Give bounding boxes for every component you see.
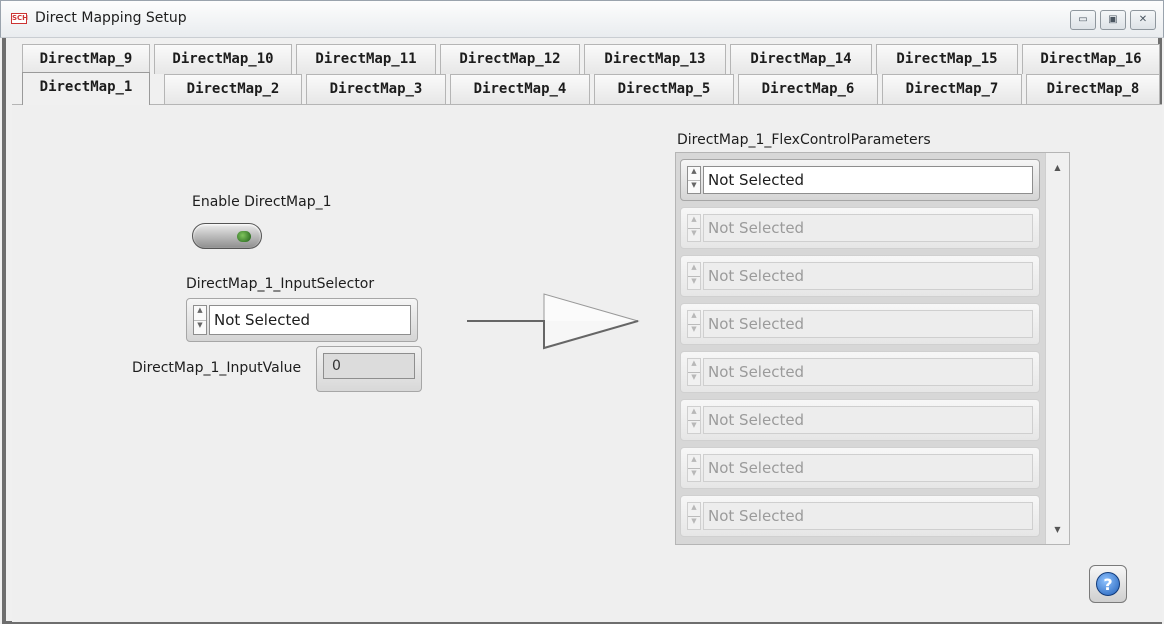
- flex-param-value: Not Selected: [703, 406, 1033, 434]
- spinner-down-icon: ▼: [688, 371, 700, 386]
- flex-param-ring-4: ▲ ▼ Not Selected: [680, 303, 1040, 345]
- flex-param-spinner: ▲ ▼: [687, 502, 701, 530]
- input-value-indicator: 0: [316, 346, 422, 392]
- flex-param-ring-7: ▲ ▼ Not Selected: [680, 447, 1040, 489]
- help-icon: ?: [1096, 572, 1120, 596]
- tab-directmap-8[interactable]: DirectMap_8: [1026, 74, 1160, 104]
- flex-params-array: ▲ ▼ Not Selected ▲ ▼ Not Selected ▲ ▼ Not S…: [675, 152, 1070, 545]
- app-icon: SCH: [11, 13, 29, 24]
- enable-toggle[interactable]: [192, 223, 262, 249]
- flex-param-ring-6: ▲ ▼ Not Selected: [680, 399, 1040, 441]
- tab-directmap-7[interactable]: DirectMap_7: [882, 74, 1022, 104]
- title-bar: SCH Direct Mapping Setup ▭ ▣ ✕: [0, 0, 1164, 38]
- input-selector-label: DirectMap_1_InputSelector: [186, 276, 375, 292]
- tab-directmap-15[interactable]: DirectMap_15: [876, 44, 1018, 74]
- input-value-label: DirectMap_1_InputValue: [132, 360, 302, 376]
- input-selector-value[interactable]: Not Selected: [209, 305, 411, 335]
- spinner-up-icon: ▲: [691, 359, 697, 367]
- tab-directmap-2[interactable]: DirectMap_2: [164, 74, 302, 104]
- help-button[interactable]: ?: [1089, 565, 1127, 603]
- flex-params-label: DirectMap_1_FlexControlParameters: [677, 132, 931, 148]
- spinner-up-icon: ▲: [691, 215, 697, 223]
- flex-param-value: Not Selected: [703, 358, 1033, 386]
- flex-param-ring-5: ▲ ▼ Not Selected: [680, 351, 1040, 393]
- input-value-field: 0: [323, 353, 415, 379]
- tab-directmap-12[interactable]: DirectMap_12: [440, 44, 580, 74]
- flex-param-spinner: ▲ ▼: [687, 406, 701, 434]
- spinner-up-icon: ▲: [691, 311, 697, 319]
- scroll-up-icon[interactable]: ▲: [1046, 157, 1069, 179]
- scroll-down-icon[interactable]: ▼: [1046, 519, 1069, 541]
- flex-param-value: Not Selected: [703, 310, 1033, 338]
- flex-param-spinner: ▲ ▼: [687, 358, 701, 386]
- spinner-up-icon: ▲: [691, 407, 697, 415]
- tab-directmap-10[interactable]: DirectMap_10: [154, 44, 292, 74]
- tab-directmap-11[interactable]: DirectMap_11: [296, 44, 436, 74]
- tab-directmap-16[interactable]: DirectMap_16: [1022, 44, 1160, 74]
- flex-param-spinner: ▲ ▼: [687, 454, 701, 482]
- array-scrollbar[interactable]: ▲ ▼: [1045, 153, 1069, 544]
- flex-param-spinner: ▲ ▼: [687, 310, 701, 338]
- flex-param-value: Not Selected: [703, 502, 1033, 530]
- spinner-down-icon[interactable]: ▼: [194, 319, 206, 335]
- minimize-button[interactable]: ▭: [1070, 10, 1096, 30]
- spinner-down-icon[interactable]: ▼: [688, 179, 700, 194]
- tab-directmap-1[interactable]: DirectMap_1: [22, 72, 150, 105]
- spinner-up-icon[interactable]: ▲: [688, 167, 700, 180]
- tab-directmap-13[interactable]: DirectMap_13: [584, 44, 726, 74]
- flex-param-spinner: ▲ ▼: [687, 262, 701, 290]
- flex-param-value: Not Selected: [703, 454, 1033, 482]
- spinner-up-icon[interactable]: ▲: [194, 306, 206, 320]
- flex-param-spinner[interactable]: ▲ ▼: [687, 166, 701, 194]
- input-selector-ring[interactable]: ▲ ▼ Not Selected: [186, 298, 418, 342]
- window-title: Direct Mapping Setup: [35, 10, 187, 26]
- close-button[interactable]: ✕: [1130, 10, 1156, 30]
- flex-param-value: Not Selected: [703, 262, 1033, 290]
- tab-directmap-3[interactable]: DirectMap_3: [306, 74, 446, 104]
- spinner-up-icon: ▲: [691, 503, 697, 511]
- spinner-down-icon: ▼: [688, 515, 700, 530]
- toggle-led-icon: [237, 231, 251, 242]
- right-arrow-icon: [467, 293, 640, 350]
- spinner-down-icon: ▼: [688, 275, 700, 290]
- tab-directmap-6[interactable]: DirectMap_6: [738, 74, 878, 104]
- spinner-down-icon: ▼: [688, 323, 700, 338]
- flex-param-ring-1[interactable]: ▲ ▼ Not Selected: [680, 159, 1040, 201]
- flex-param-value[interactable]: Not Selected: [703, 166, 1033, 194]
- spinner-down-icon: ▼: [688, 227, 700, 242]
- tab-directmap-9[interactable]: DirectMap_9: [22, 44, 150, 74]
- tab-directmap-4[interactable]: DirectMap_4: [450, 74, 590, 104]
- flex-param-ring-8: ▲ ▼ Not Selected: [680, 495, 1040, 537]
- flex-param-ring-2: ▲ ▼ Not Selected: [680, 207, 1040, 249]
- input-selector-spinner[interactable]: ▲ ▼: [193, 305, 207, 335]
- spinner-up-icon: ▲: [691, 263, 697, 271]
- flex-param-ring-3: ▲ ▼ Not Selected: [680, 255, 1040, 297]
- tab-directmap-5[interactable]: DirectMap_5: [594, 74, 734, 104]
- spinner-down-icon: ▼: [688, 419, 700, 434]
- spinner-down-icon: ▼: [688, 467, 700, 482]
- flex-param-spinner: ▲ ▼: [687, 214, 701, 242]
- tab-directmap-14[interactable]: DirectMap_14: [730, 44, 872, 74]
- spinner-up-icon: ▲: [691, 455, 697, 463]
- maximize-button[interactable]: ▣: [1100, 10, 1126, 30]
- enable-label: Enable DirectMap_1: [192, 194, 332, 210]
- flex-param-value: Not Selected: [703, 214, 1033, 242]
